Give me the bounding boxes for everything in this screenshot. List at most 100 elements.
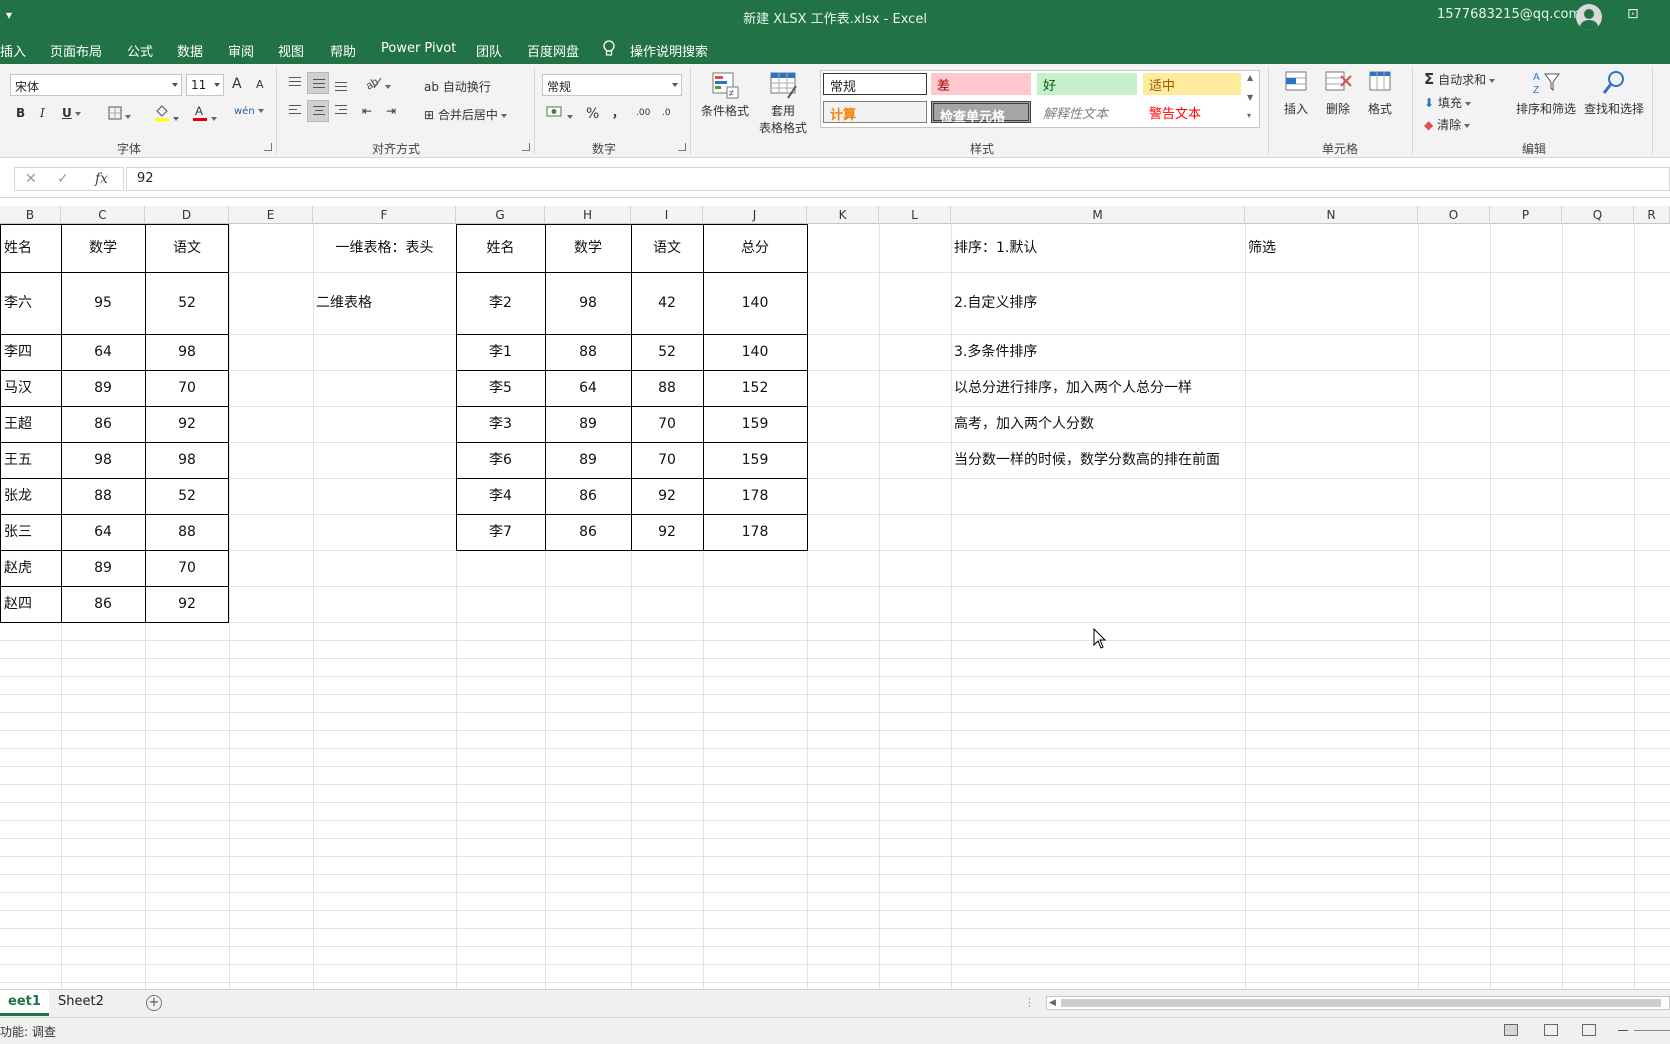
find-select-button[interactable]: 查找和选择 xyxy=(1580,68,1648,117)
table-cell[interactable]: 马汉 xyxy=(4,379,32,397)
bold-button[interactable]: B xyxy=(16,106,25,120)
table-cell[interactable]: 李六 xyxy=(4,294,32,312)
note-filter[interactable]: 筛选 xyxy=(1248,239,1276,257)
table2-header-chinese[interactable]: 语文 xyxy=(631,239,703,257)
note-gaokao[interactable]: 高考，加入两个人分数 xyxy=(954,415,1094,433)
column-header[interactable]: P xyxy=(1490,206,1562,224)
accounting-format-button[interactable] xyxy=(546,104,573,123)
table-cell[interactable]: 98 xyxy=(61,451,145,469)
table-cell[interactable]: 88 xyxy=(631,379,703,397)
style-explanatory[interactable]: 解释性文本 xyxy=(1037,101,1137,123)
table-cell[interactable]: 98 xyxy=(145,451,229,469)
format-cells-button[interactable]: 格式 xyxy=(1360,68,1400,117)
table-cell[interactable]: 92 xyxy=(631,523,703,541)
table-cell[interactable]: 88 xyxy=(61,487,145,505)
delete-cells-button[interactable]: 删除 xyxy=(1318,68,1358,117)
table-cell[interactable]: 152 xyxy=(703,379,807,397)
column-header[interactable]: C xyxy=(61,206,145,224)
increase-font-button[interactable]: A xyxy=(232,76,242,92)
normal-view-icon[interactable] xyxy=(1504,1024,1518,1036)
clear-button[interactable]: ◆ 清除 xyxy=(1424,116,1471,133)
table-cell[interactable]: 李5 xyxy=(456,379,545,397)
decrease-decimal-button[interactable]: .0 xyxy=(662,108,671,118)
note-custom-sort[interactable]: 2.自定义排序 xyxy=(954,294,1037,312)
table-cell[interactable]: 98 xyxy=(545,294,631,312)
alignment-dialog-launcher[interactable] xyxy=(522,143,530,151)
table-cell[interactable]: 159 xyxy=(703,451,807,469)
table-cell[interactable]: 李6 xyxy=(456,451,545,469)
column-header[interactable]: H xyxy=(545,206,631,224)
column-header[interactable]: G xyxy=(456,206,545,224)
table-cell[interactable]: 140 xyxy=(703,294,807,312)
table-cell[interactable]: 86 xyxy=(61,595,145,613)
wrap-text-button[interactable]: ab 自动换行 xyxy=(424,78,491,95)
border-button[interactable] xyxy=(108,106,131,123)
add-sheet-icon[interactable]: + xyxy=(146,995,162,1011)
scroll-left-icon[interactable]: ◀ xyxy=(1049,998,1056,1008)
table-cell[interactable]: 70 xyxy=(145,559,229,577)
table-cell[interactable]: 王超 xyxy=(4,415,32,433)
table-cell[interactable]: 92 xyxy=(631,487,703,505)
table-cell[interactable]: 70 xyxy=(631,451,703,469)
gallery-up-icon[interactable]: ▲ xyxy=(1247,73,1253,82)
italic-button[interactable]: I xyxy=(40,106,45,120)
table-cell[interactable]: 178 xyxy=(703,487,807,505)
account-email[interactable]: 1577683215@qq.com xyxy=(1437,7,1581,22)
worksheet-grid[interactable]: 姓名 数学 语文 李六 95 52 李四 64 98 马汉 89 70 王超 8… xyxy=(0,224,1670,989)
table-cell[interactable]: 64 xyxy=(61,523,145,541)
table-cell[interactable]: 70 xyxy=(145,379,229,397)
table1-header-name[interactable]: 姓名 xyxy=(4,239,32,257)
column-header[interactable]: B xyxy=(0,206,61,224)
insert-function-icon[interactable]: fx xyxy=(95,171,108,187)
zoom-slider[interactable] xyxy=(1634,1030,1670,1031)
decrease-font-button[interactable]: A xyxy=(256,78,264,91)
align-center-button[interactable] xyxy=(307,100,329,122)
tab-help[interactable]: 帮助 xyxy=(330,41,356,60)
note-two-dimensional[interactable]: 二维表格 xyxy=(316,294,372,312)
align-left-button[interactable] xyxy=(284,100,306,122)
column-header[interactable]: L xyxy=(879,206,951,224)
gallery-down-icon[interactable]: ▼ xyxy=(1247,93,1253,102)
underline-button[interactable]: U xyxy=(62,106,81,120)
ribbon-display-icon[interactable]: ⊡ xyxy=(1627,6,1639,22)
table-cell[interactable]: 89 xyxy=(545,415,631,433)
table-cell[interactable]: 52 xyxy=(145,487,229,505)
style-neutral[interactable]: 适中 xyxy=(1143,73,1241,95)
table2-header-name[interactable]: 姓名 xyxy=(456,239,545,257)
table1-header-chinese[interactable]: 语文 xyxy=(145,239,229,257)
table-cell[interactable]: 88 xyxy=(145,523,229,541)
align-top-button[interactable] xyxy=(284,72,306,94)
tab-view[interactable]: 视图 xyxy=(278,41,304,60)
column-header[interactable]: M xyxy=(951,206,1245,224)
autosum-button[interactable]: Σ 自动求和 xyxy=(1424,70,1496,88)
tab-baidu-netdisk[interactable]: 百度网盘 xyxy=(527,41,579,60)
number-format-select[interactable]: 常规 xyxy=(542,74,682,96)
tab-insert[interactable]: 插入 xyxy=(0,41,26,60)
table-cell[interactable]: 李4 xyxy=(456,487,545,505)
sheet-tab-sheet2[interactable]: Sheet2 xyxy=(50,990,112,1016)
orientation-button[interactable]: ab xyxy=(364,74,391,93)
table-cell[interactable]: 李四 xyxy=(4,343,32,361)
zoom-out-icon[interactable] xyxy=(1618,1030,1628,1031)
font-color-button[interactable]: A xyxy=(192,104,217,125)
column-header[interactable]: O xyxy=(1418,206,1490,224)
phonetic-button[interactable]: wén xyxy=(234,106,264,117)
table-cell[interactable]: 64 xyxy=(61,343,145,361)
table2-header-math[interactable]: 数学 xyxy=(545,239,631,257)
table-cell[interactable]: 42 xyxy=(631,294,703,312)
scrollbar-thumb[interactable] xyxy=(1061,999,1661,1007)
conditional-format-button[interactable]: ≠ 条件格式 xyxy=(697,70,753,119)
tab-review[interactable]: 审阅 xyxy=(228,41,254,60)
style-warning[interactable]: 警告文本 xyxy=(1143,101,1241,123)
increase-indent-icon[interactable]: ⇥ xyxy=(386,104,396,118)
tab-formulas[interactable]: 公式 xyxy=(127,41,153,60)
table-cell[interactable]: 86 xyxy=(545,487,631,505)
column-header[interactable]: E xyxy=(229,206,313,224)
column-header[interactable]: F xyxy=(313,206,456,224)
tab-power-pivot[interactable]: Power Pivot xyxy=(381,41,456,56)
column-header[interactable]: I xyxy=(631,206,703,224)
table-cell[interactable]: 92 xyxy=(145,415,229,433)
note-sort-default[interactable]: 排序：1.默认 xyxy=(954,239,1037,257)
tab-page-layout[interactable]: 页面布局 xyxy=(50,41,102,60)
table-cell[interactable]: 89 xyxy=(61,559,145,577)
